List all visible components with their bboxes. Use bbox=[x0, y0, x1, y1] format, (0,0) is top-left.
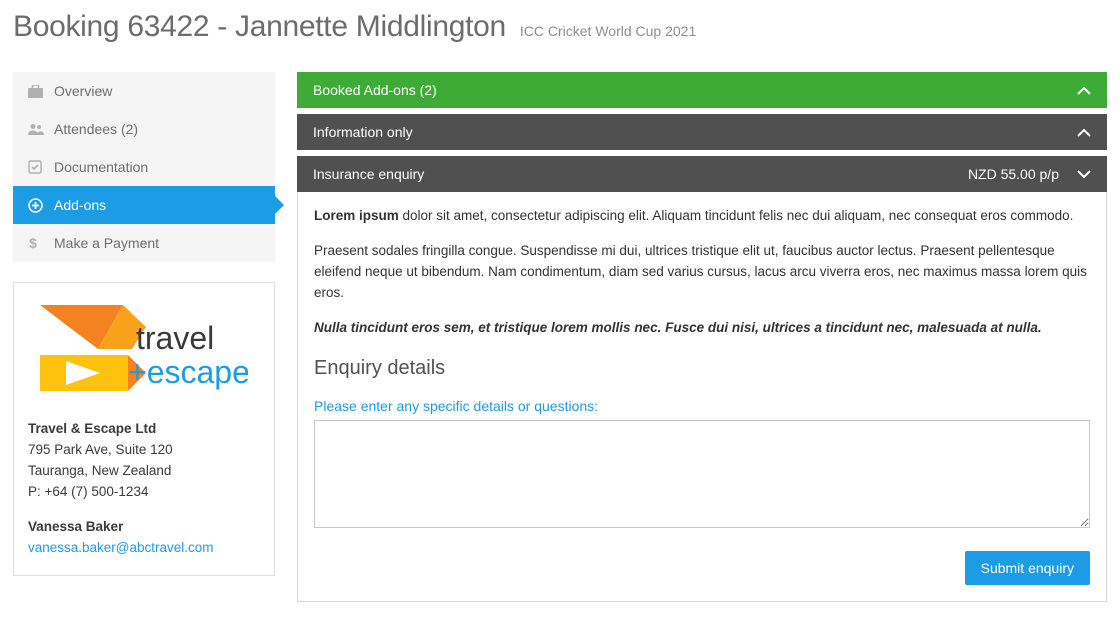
desc-lead: Lorem ipsum bbox=[314, 208, 399, 223]
enquiry-textarea[interactable] bbox=[314, 420, 1090, 528]
sidebar-item-payment[interactable]: $ Make a Payment bbox=[13, 224, 275, 262]
submit-enquiry-button[interactable]: Submit enquiry bbox=[965, 551, 1090, 585]
sidebar-item-label: Make a Payment bbox=[54, 235, 159, 251]
panel-insurance-title: Insurance enquiry bbox=[313, 166, 424, 182]
panel-booked-header[interactable]: Booked Add-ons (2) bbox=[297, 72, 1107, 108]
sidebar-nav: Overview Attendees (2) Documentation Add… bbox=[13, 72, 275, 262]
panel-insurance-price: NZD 55.00 p/p bbox=[968, 166, 1059, 182]
svg-text:$: $ bbox=[29, 236, 37, 251]
contact-phone: P: +64 (7) 500-1234 bbox=[28, 482, 260, 503]
sidebar-item-label: Add-ons bbox=[54, 197, 106, 213]
logo-text-2: +escape bbox=[128, 354, 248, 390]
logo-text-1: travel bbox=[136, 320, 214, 356]
contact-person: Vanessa Baker bbox=[28, 519, 123, 534]
panel-info-header[interactable]: Information only bbox=[297, 114, 1107, 150]
users-icon bbox=[28, 123, 54, 135]
panel-insurance-header[interactable]: Insurance enquiry NZD 55.00 p/p bbox=[297, 156, 1107, 192]
sidebar-item-overview[interactable]: Overview bbox=[13, 72, 275, 110]
chevron-up-icon bbox=[1077, 128, 1091, 137]
dollar-icon: $ bbox=[28, 236, 54, 251]
briefcase-icon bbox=[28, 85, 54, 98]
insurance-description: Lorem ipsum dolor sit amet, consectetur … bbox=[314, 206, 1090, 339]
page-title: Booking 63422 - Jannette Middlington bbox=[13, 10, 506, 44]
contact-company: Travel & Escape Ltd bbox=[28, 421, 156, 436]
sidebar-item-label: Attendees (2) bbox=[54, 121, 138, 137]
desc-para2: Praesent sodales fringilla congue. Suspe… bbox=[314, 241, 1090, 304]
enquiry-field-label: Please enter any specific details or que… bbox=[314, 398, 1090, 414]
panel-insurance-body: Lorem ipsum dolor sit amet, consectetur … bbox=[297, 192, 1107, 602]
page-header: Booking 63422 - Jannette Middlington ICC… bbox=[13, 10, 1107, 44]
sidebar-item-label: Overview bbox=[54, 83, 112, 99]
sidebar-item-label: Documentation bbox=[54, 159, 148, 175]
document-check-icon bbox=[28, 160, 54, 174]
chevron-down-icon bbox=[1077, 170, 1091, 179]
contact-addr1: 795 Park Ave, Suite 120 bbox=[28, 440, 260, 461]
contact-email[interactable]: vanessa.baker@abctravel.com bbox=[28, 540, 214, 555]
panel-insurance-enquiry: Insurance enquiry NZD 55.00 p/p Lorem ip… bbox=[297, 156, 1107, 602]
panel-booked-addons: Booked Add-ons (2) bbox=[297, 72, 1107, 108]
main-content: Booked Add-ons (2) Information only Insu… bbox=[297, 72, 1107, 608]
plus-circle-icon bbox=[28, 198, 54, 213]
panel-information-only: Information only bbox=[297, 114, 1107, 150]
sidebar-item-attendees[interactable]: Attendees (2) bbox=[13, 110, 275, 148]
contact-addr2: Tauranga, New Zealand bbox=[28, 461, 260, 482]
sidebar: Overview Attendees (2) Documentation Add… bbox=[13, 72, 275, 576]
desc-rest: dolor sit amet, consectetur adipiscing e… bbox=[399, 208, 1074, 223]
sidebar-item-documentation[interactable]: Documentation bbox=[13, 148, 275, 186]
chevron-up-icon bbox=[1077, 86, 1091, 95]
panel-booked-title: Booked Add-ons (2) bbox=[313, 82, 437, 98]
contact-logo: travel +escape bbox=[28, 297, 260, 405]
enquiry-heading: Enquiry details bbox=[314, 357, 1090, 380]
sidebar-item-addons[interactable]: Add-ons bbox=[13, 186, 275, 224]
contact-card: travel +escape Travel & Escape Ltd 795 P… bbox=[13, 282, 275, 576]
panel-info-title: Information only bbox=[313, 124, 413, 140]
page-subtitle: ICC Cricket World Cup 2021 bbox=[520, 23, 696, 39]
desc-para3: Nulla tincidunt eros sem, et tristique l… bbox=[314, 320, 1042, 335]
